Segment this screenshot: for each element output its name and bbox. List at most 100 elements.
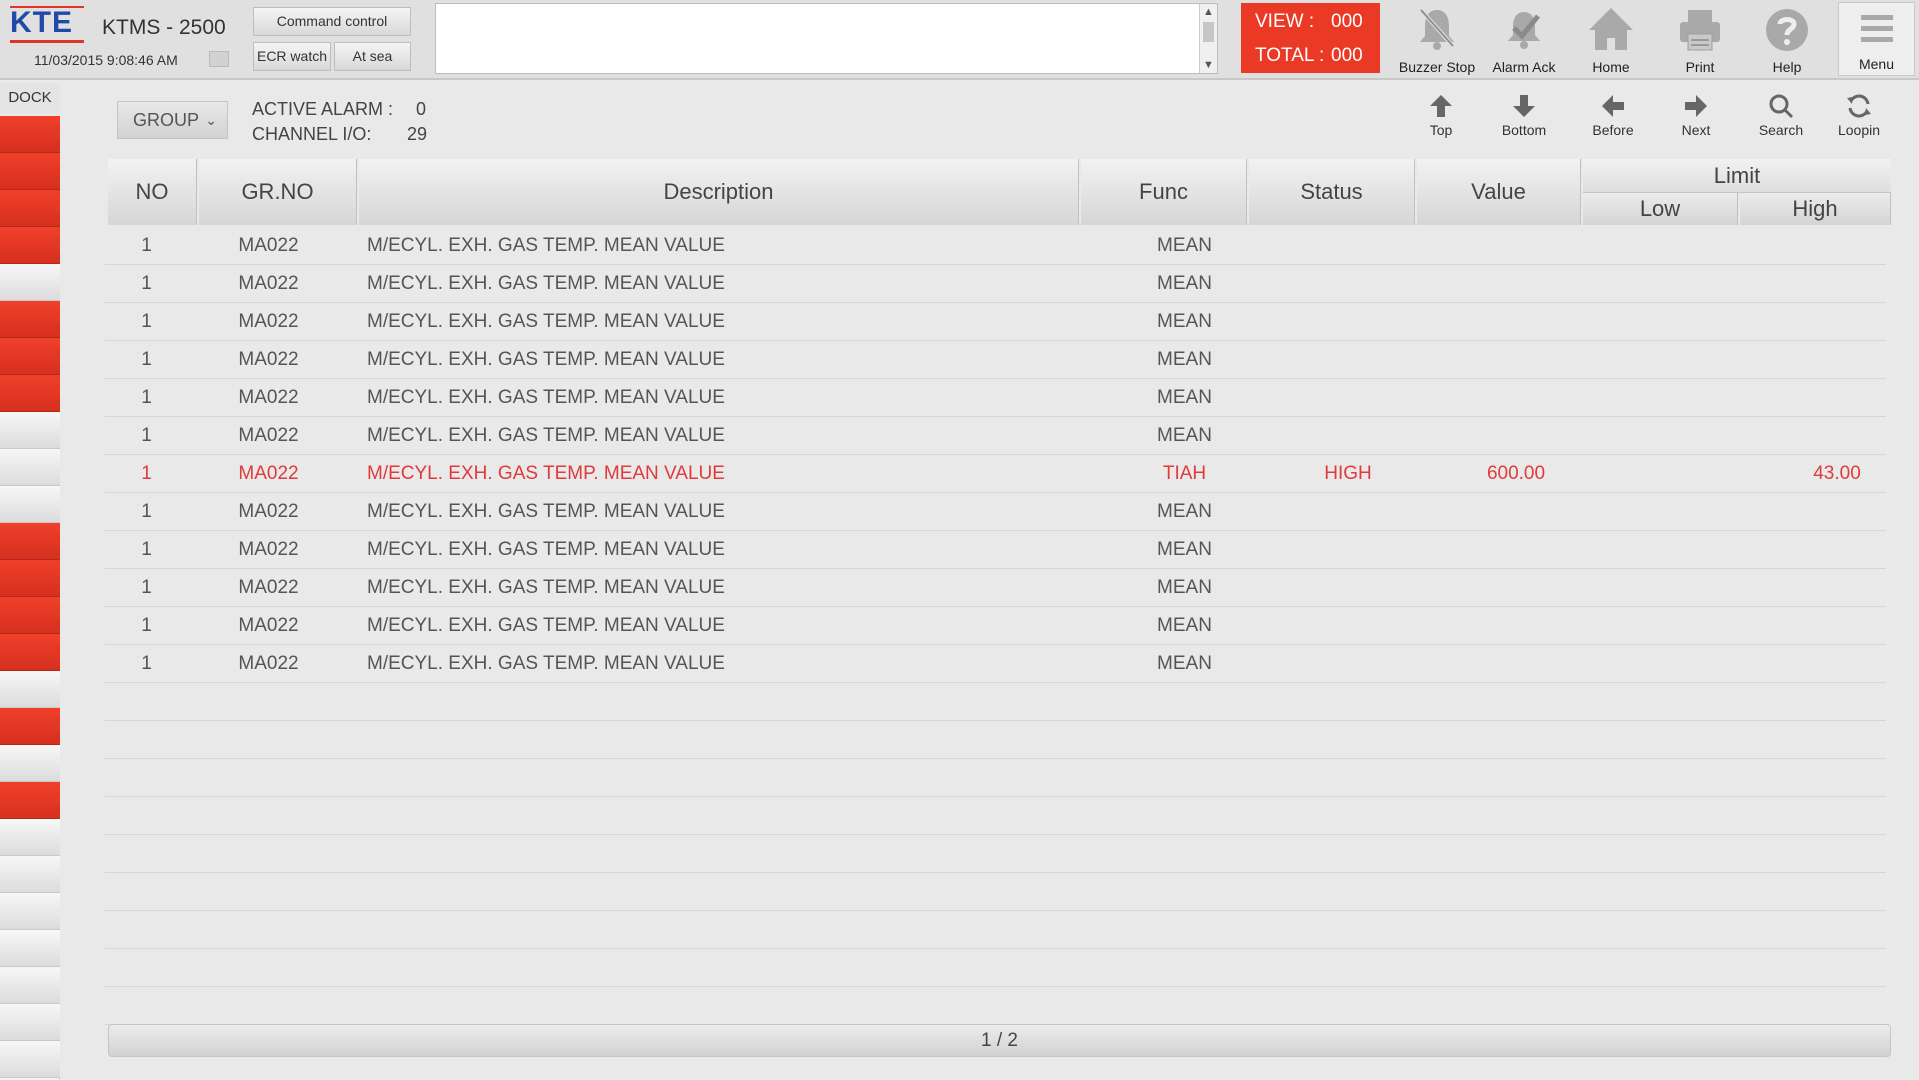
column-header-high[interactable]: High (1740, 193, 1891, 225)
command-control-button[interactable]: Command control (253, 7, 411, 36)
dock-cell[interactable] (0, 523, 60, 560)
dock-cell[interactable] (0, 486, 60, 523)
dock-cell[interactable] (0, 597, 60, 634)
cell-grno (188, 987, 349, 1024)
dock-cell[interactable] (0, 1004, 60, 1041)
alarm-ack-button[interactable]: Alarm Ack (1483, 2, 1565, 76)
cell-no: 1 (141, 615, 152, 636)
print-button[interactable]: Print (1659, 2, 1741, 76)
dock-cell[interactable] (0, 338, 60, 375)
table-row[interactable]: 1 MA022 M/ECYL. EXH. GAS TEMP. MEAN VALUE M… (105, 645, 1886, 683)
dock-cell[interactable] (0, 745, 60, 782)
table-row[interactable] (105, 911, 1886, 949)
table-row[interactable] (105, 949, 1886, 987)
dock-cell[interactable] (0, 560, 60, 597)
dock-cell[interactable] (0, 301, 60, 338)
column-header-status[interactable]: Status (1249, 159, 1415, 225)
cell-grno (188, 721, 349, 758)
bottom-button[interactable]: Bottom (1488, 92, 1560, 142)
column-header-low[interactable]: Low (1583, 193, 1738, 225)
table-row[interactable]: 1 MA022 M/ECYL. EXH. GAS TEMP. MEAN VALUE M… (105, 227, 1886, 265)
table-row[interactable]: 1 MA022 M/ECYL. EXH. GAS TEMP. MEAN VALUE T… (105, 455, 1886, 493)
cell-low (1600, 645, 1758, 682)
top-label: Top (1429, 122, 1453, 138)
dock-cell[interactable] (0, 1041, 60, 1078)
cell-status (1264, 341, 1432, 378)
dock-cell[interactable] (0, 708, 60, 745)
dock-cell[interactable] (0, 153, 60, 190)
table-row[interactable] (105, 797, 1886, 835)
dock-cell[interactable] (0, 449, 60, 486)
scroll-thumb[interactable] (1203, 22, 1214, 42)
help-button[interactable]: Help (1746, 2, 1828, 76)
dock-cell[interactable] (0, 264, 60, 301)
at-sea-button[interactable]: At sea (334, 42, 411, 71)
dock-cell[interactable] (0, 856, 60, 893)
dock-cell[interactable] (0, 671, 60, 708)
loopin-button[interactable]: Loopin (1823, 92, 1895, 142)
logo-text: KTE (10, 6, 73, 39)
scroll-up-icon[interactable]: ▲ (1200, 4, 1217, 20)
cell-value (1432, 341, 1600, 378)
menu-button[interactable]: Menu (1838, 2, 1915, 76)
table-row[interactable]: 1 MA022 M/ECYL. EXH. GAS TEMP. MEAN VALUE M… (105, 265, 1886, 303)
dock-cell[interactable] (0, 930, 60, 967)
cell-high (1758, 949, 1916, 986)
search-button[interactable]: Search (1745, 92, 1817, 142)
dock-cell[interactable] (0, 116, 60, 153)
column-header-no[interactable]: NO (108, 159, 197, 225)
cell-low (1600, 759, 1758, 796)
home-button[interactable]: Home (1570, 2, 1652, 76)
table-row[interactable] (105, 683, 1886, 721)
column-header-value[interactable]: Value (1417, 159, 1581, 225)
message-scrollbar[interactable]: ▲ ▼ (1199, 4, 1217, 73)
cell-no (105, 683, 188, 720)
cell-desc: M/ECYL. EXH. GAS TEMP. MEAN VALUE (367, 311, 725, 332)
dock-cell[interactable] (0, 893, 60, 930)
scroll-down-icon[interactable]: ▼ (1200, 57, 1217, 73)
dock-cell[interactable] (0, 190, 60, 227)
cell-low (1600, 835, 1758, 872)
dock-cell[interactable] (0, 967, 60, 1004)
column-header-grno[interactable]: GR.NO (199, 159, 357, 225)
cell-func: MEAN (1157, 235, 1212, 256)
dock-cell[interactable] (0, 819, 60, 856)
table-row[interactable]: 1 MA022 M/ECYL. EXH. GAS TEMP. MEAN VALUE M… (105, 531, 1886, 569)
cell-value (1432, 949, 1600, 986)
message-box[interactable]: ▲ ▼ (435, 3, 1218, 74)
dock-cell[interactable] (0, 782, 60, 819)
dock-cell[interactable] (0, 634, 60, 671)
cell-value (1432, 835, 1600, 872)
ecr-watch-button[interactable]: ECR watch (253, 42, 331, 71)
table-row[interactable]: 1 MA022 M/ECYL. EXH. GAS TEMP. MEAN VALUE M… (105, 607, 1886, 645)
table-row[interactable]: 1 MA022 M/ECYL. EXH. GAS TEMP. MEAN VALUE M… (105, 569, 1886, 607)
table-row[interactable]: 1 MA022 M/ECYL. EXH. GAS TEMP. MEAN VALUE M… (105, 493, 1886, 531)
dock-cell[interactable] (0, 227, 60, 264)
cell-func: MEAN (1157, 539, 1212, 560)
column-header-description[interactable]: Description (359, 159, 1079, 225)
home-icon (1589, 8, 1633, 50)
table-row[interactable] (105, 759, 1886, 797)
top-button[interactable]: Top (1405, 92, 1477, 142)
cell-status (1264, 607, 1432, 644)
table-row[interactable] (105, 835, 1886, 873)
table-row[interactable]: 1 MA022 M/ECYL. EXH. GAS TEMP. MEAN VALUE M… (105, 417, 1886, 455)
table-row[interactable]: 1 MA022 M/ECYL. EXH. GAS TEMP. MEAN VALUE M… (105, 303, 1886, 341)
table-row[interactable] (105, 873, 1886, 911)
cell-no: 1 (141, 425, 152, 446)
table-row[interactable]: 1 MA022 M/ECYL. EXH. GAS TEMP. MEAN VALUE M… (105, 341, 1886, 379)
cell-grno (188, 911, 349, 948)
column-header-func[interactable]: Func (1081, 159, 1247, 225)
cell-func (1105, 759, 1264, 796)
dock-cell[interactable] (0, 375, 60, 412)
table-row[interactable] (105, 987, 1886, 1025)
cell-value (1432, 303, 1600, 340)
next-button[interactable]: Next (1660, 92, 1732, 142)
dock-cell[interactable] (0, 412, 60, 449)
before-button[interactable]: Before (1577, 92, 1649, 142)
table-row[interactable] (105, 721, 1886, 759)
active-alarm-info: ACTIVE ALARM : 0 (252, 99, 426, 120)
group-dropdown[interactable]: GROUP ⌄ (117, 101, 228, 139)
buzzer-stop-button[interactable]: Buzzer Stop (1396, 2, 1478, 76)
table-row[interactable]: 1 MA022 M/ECYL. EXH. GAS TEMP. MEAN VALUE M… (105, 379, 1886, 417)
